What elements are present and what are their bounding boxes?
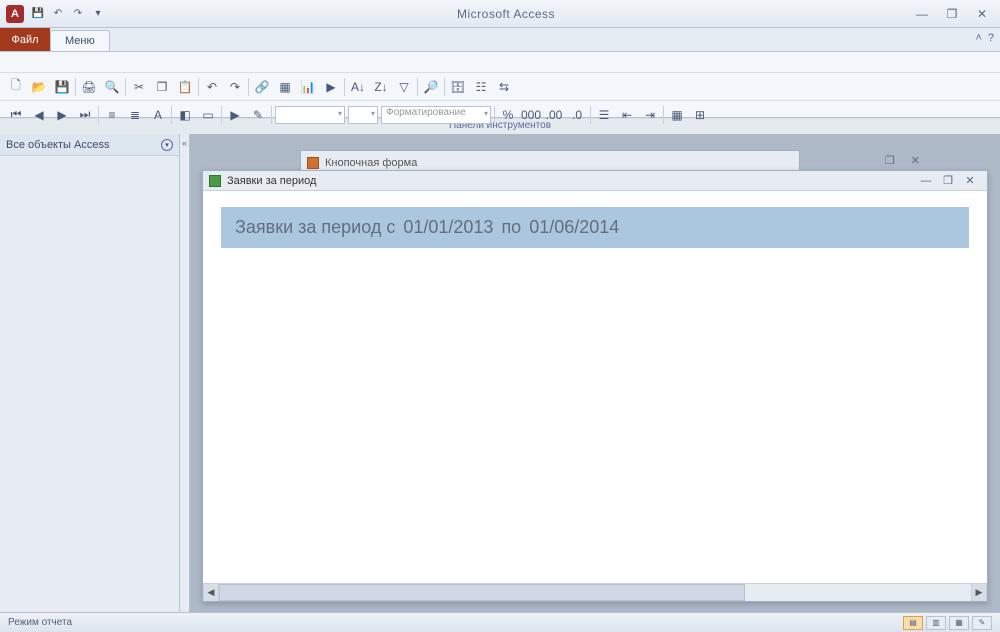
report-window-close-button[interactable]: ✕ — [959, 174, 981, 187]
toolbar-next-icon[interactable]: ▶ — [52, 105, 72, 125]
toolbar-size-combo[interactable] — [348, 106, 378, 124]
toolbar-sort-desc-icon[interactable]: Z↓ — [371, 77, 391, 97]
toolbar-filter-icon[interactable]: ▽ — [394, 77, 414, 97]
ribbon: 🗋 📂 💾 🖨 🔍 ✂ ❐ 📋 ↶ ↷ 🔗 ▦ 📊 ▶ A↓ Z↓ ▽ 🔎 🗄 … — [0, 52, 1000, 118]
toolbar-first-icon[interactable]: ⏮ — [6, 105, 26, 125]
hscroll-track[interactable] — [219, 584, 971, 601]
banner-mid: по — [501, 217, 521, 238]
toolbar-border-icon[interactable]: ▭ — [198, 105, 218, 125]
toolbar-sort-asc-icon[interactable]: A↓ — [348, 77, 368, 97]
toolbar-relations-icon[interactable]: ⇆ — [494, 77, 514, 97]
banner-date-to: 01/06/2014 — [529, 217, 619, 238]
background-window-title: Кнопочная форма — [325, 157, 417, 169]
background-window-controls: ❐ ✕ — [885, 154, 920, 167]
report-hscrollbar[interactable]: ◀ ▶ — [203, 583, 987, 601]
banner-date-from: 01/01/2013 — [403, 217, 493, 238]
toolbar-redo-icon[interactable]: ↷ — [225, 77, 245, 97]
toolbar-link-icon[interactable]: 🔗 — [252, 77, 272, 97]
toolbar-table-icon[interactable]: ▦ — [275, 77, 295, 97]
file-tab[interactable]: Файл — [0, 28, 50, 51]
report-content: Заявки за период с 01/01/2013 по 01/06/2… — [203, 191, 987, 583]
ribbon-tab[interactable]: Меню — [50, 30, 110, 51]
report-window: Заявки за период — ❐ ✕ Заявки за период … — [202, 170, 988, 602]
hscroll-right-button[interactable]: ▶ — [971, 584, 987, 601]
toolbar-record-icon[interactable]: ▶ — [321, 77, 341, 97]
toolbar-design-icon[interactable]: ✎ — [248, 105, 268, 125]
toolbar-save-icon[interactable]: 💾 — [52, 77, 72, 97]
report-banner: Заявки за период с 01/01/2013 по 01/06/2… — [221, 207, 969, 248]
view-report-button[interactable]: ▤ — [903, 616, 923, 630]
toolbar-font-icon[interactable]: A — [148, 105, 168, 125]
toolbar-new-icon[interactable]: 🗋 — [6, 77, 26, 97]
toolbar-grid-icon[interactable]: ▦ — [667, 105, 687, 125]
toolbar-align-left-icon[interactable]: ≡ — [102, 105, 122, 125]
qat-customize-button[interactable]: ▾ — [90, 6, 106, 22]
title-bar: A 💾 ↶ ↷ ▾ Microsoft Access — ❐ ✕ — [0, 0, 1000, 28]
window-minimize-button[interactable]: — — [910, 5, 934, 23]
toolbar-undo-icon[interactable]: ↶ — [202, 77, 222, 97]
toolbar-preview-icon[interactable]: 🔍 — [102, 77, 122, 97]
toolbar-chart-icon[interactable]: 📊 — [298, 77, 318, 97]
hscroll-thumb[interactable] — [219, 584, 745, 601]
menu-row — [0, 52, 1000, 72]
window-close-button[interactable]: ✕ — [970, 5, 994, 23]
view-layout-button[interactable]: ▦ — [949, 616, 969, 630]
nav-header[interactable]: Все объекты Access ▾ — [0, 134, 179, 156]
ribbon-tabs: Файл Меню ˄ ? — [0, 28, 1000, 52]
toolbar-font-combo[interactable] — [275, 106, 345, 124]
qat-undo-button[interactable]: ↶ — [50, 6, 66, 22]
window-restore-button[interactable]: ❐ — [940, 5, 964, 23]
toolbar-run-icon[interactable]: ▶ — [225, 105, 245, 125]
report-window-minimize-button[interactable]: — — [915, 175, 937, 187]
ribbon-help-button[interactable]: ? — [988, 32, 994, 44]
report-window-title: Заявки за период — [227, 175, 316, 187]
bg-window-restore-icon[interactable]: ❐ — [885, 154, 895, 167]
toolbar-dec-dec-icon[interactable]: .0 — [567, 105, 587, 125]
toolbar-outdent-icon[interactable]: ⇤ — [617, 105, 637, 125]
toolbar-paste-icon[interactable]: 📋 — [175, 77, 195, 97]
toolbar-indent-icon[interactable]: ⇥ — [640, 105, 660, 125]
toolbar-copy-icon[interactable]: ❐ — [152, 77, 172, 97]
toolbar-bullets-icon[interactable]: ☰ — [594, 105, 614, 125]
nav-search-icon[interactable]: ▾ — [161, 139, 173, 151]
status-mode-label: Режим отчета — [8, 617, 72, 628]
toolbar-prev-icon[interactable]: ◀ — [29, 105, 49, 125]
toolbar-open-icon[interactable]: 📂 — [29, 77, 49, 97]
toolbar-snap-icon[interactable]: ⊞ — [690, 105, 710, 125]
bg-window-close-icon[interactable]: ✕ — [911, 154, 920, 167]
nav-collapse-button[interactable]: « — [180, 134, 190, 612]
qat-save-button[interactable]: 💾 — [30, 6, 46, 22]
hscroll-left-button[interactable]: ◀ — [203, 584, 219, 601]
report-window-titlebar[interactable]: Заявки за период — ❐ ✕ — [203, 171, 987, 191]
form-icon — [307, 157, 319, 169]
toolbar-print-icon[interactable]: 🖨 — [79, 77, 99, 97]
view-print-button[interactable]: ▥ — [926, 616, 946, 630]
report-window-restore-button[interactable]: ❐ — [937, 174, 959, 187]
status-bar: Режим отчета ▤ ▥ ▦ ✎ — [0, 612, 1000, 632]
app-title: Microsoft Access — [108, 7, 904, 21]
toolbar-row-1: 🗋 📂 💾 🖨 🔍 ✂ ❐ 📋 ↶ ↷ 🔗 ▦ 📊 ▶ A↓ Z↓ ▽ 🔎 🗄 … — [0, 72, 1000, 100]
toolbar-format-combo[interactable]: Форматирование — [381, 106, 491, 124]
toolbar-last-icon[interactable]: ⏭ — [75, 105, 95, 125]
document-area: Кнопочная форма ❐ ✕ Заявки за период — ❐… — [190, 134, 1000, 612]
banner-prefix: Заявки за период с — [235, 217, 395, 238]
nav-title: Все объекты Access — [6, 139, 109, 151]
report-icon — [209, 175, 221, 187]
toolbar-find-icon[interactable]: 🔎 — [421, 77, 441, 97]
toolbar-fill-icon[interactable]: ◧ — [175, 105, 195, 125]
toolbar-align-center-icon[interactable]: ≣ — [125, 105, 145, 125]
ribbon-collapse-button[interactable]: ˄ — [975, 32, 981, 44]
qat-redo-button[interactable]: ↷ — [70, 6, 86, 22]
workspace: Все объекты Access ▾ « Кнопочная форма ❐… — [0, 134, 1000, 612]
toolbar-prop-icon[interactable]: ☷ — [471, 77, 491, 97]
toolbar-cut-icon[interactable]: ✂ — [129, 77, 149, 97]
access-logo-icon: A — [6, 5, 24, 23]
navigation-pane: Все объекты Access ▾ — [0, 134, 180, 612]
view-design-button[interactable]: ✎ — [972, 616, 992, 630]
toolbar-db-icon[interactable]: 🗄 — [448, 77, 468, 97]
